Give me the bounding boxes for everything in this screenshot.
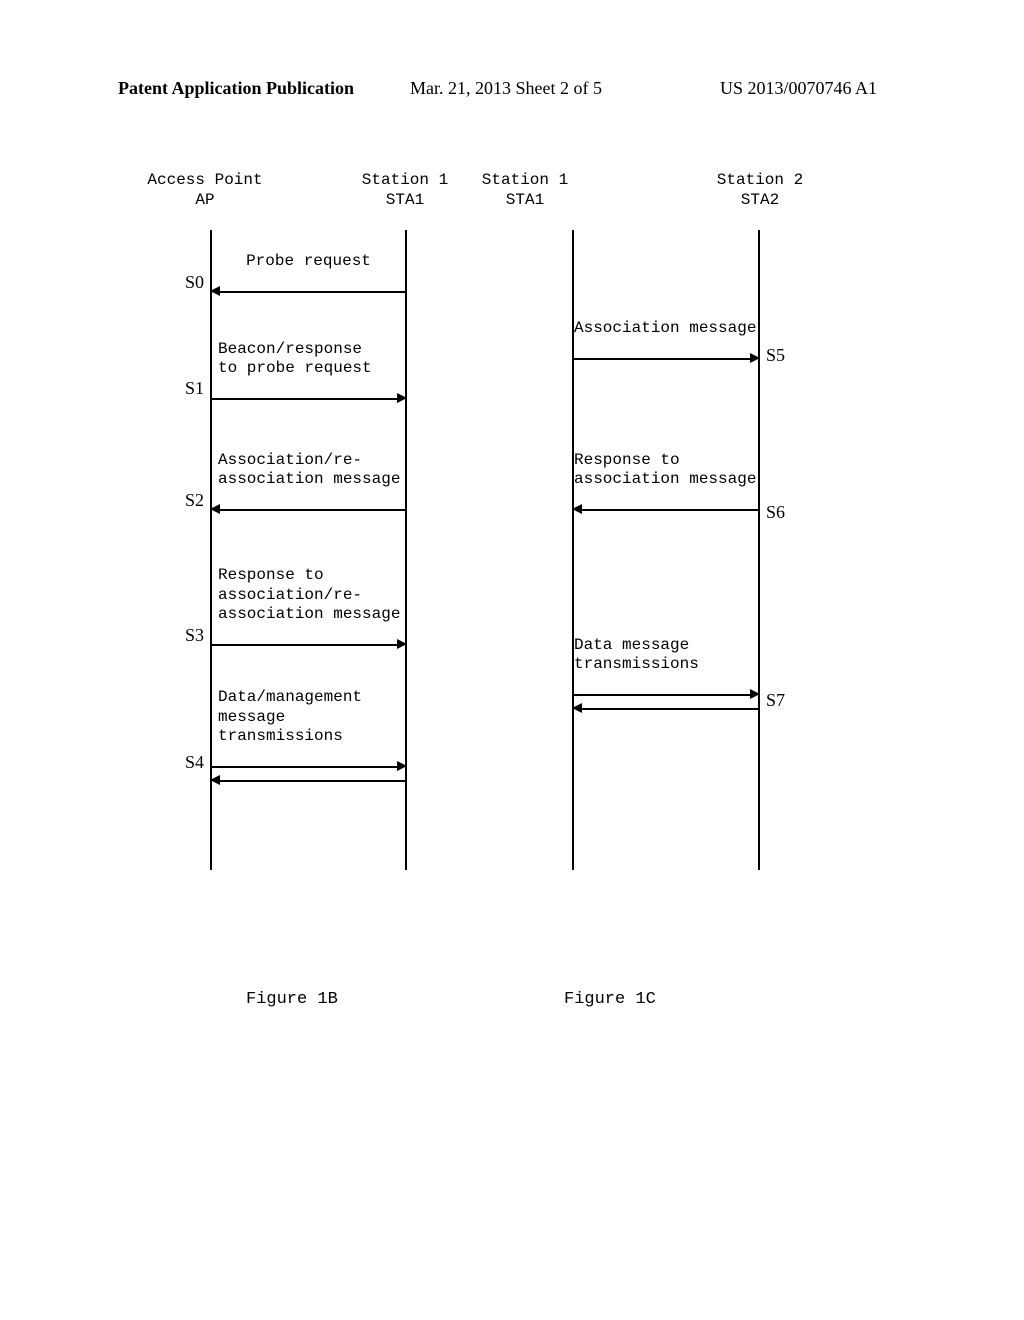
sta1b-title: Station 1 — [465, 170, 585, 190]
arrowhead-left-icon — [572, 504, 582, 514]
arrow-line — [212, 644, 397, 646]
sta1a-title: Station 1 — [345, 170, 465, 190]
doc-number-label: US 2013/0070746 A1 — [720, 78, 877, 99]
msg-s7-text: Data message transmissions — [574, 636, 758, 674]
arrowhead-left-icon — [572, 703, 582, 713]
arrowhead-left-icon — [210, 286, 220, 296]
sequence-diagram: Access Point AP Station 1 STA1 Station 1… — [0, 170, 1024, 1070]
msg-s4-text: Data/management message transmissions — [218, 688, 405, 746]
msg-s5-text: Association message — [574, 319, 758, 338]
arrow-line — [212, 766, 397, 768]
lifeline-ap — [210, 230, 212, 870]
arrow-line — [574, 358, 750, 360]
step-s7: S7 — [766, 690, 796, 711]
step-s3: S3 — [174, 625, 204, 646]
arrow-line — [220, 291, 405, 293]
arrowhead-right-icon — [750, 353, 760, 363]
date-sheet-label: Mar. 21, 2013 Sheet 2 of 5 — [410, 78, 602, 99]
lifeline-sta2 — [758, 230, 760, 870]
sta1a-abbrev: STA1 — [345, 190, 465, 210]
ap-title: Access Point — [125, 170, 285, 190]
msg-s6-text: Response to association message — [574, 451, 758, 489]
step-s5: S5 — [766, 345, 796, 366]
lifeline-header-sta1a: Station 1 STA1 — [345, 170, 465, 210]
arrowhead-left-icon — [210, 504, 220, 514]
arrowhead-right-icon — [397, 761, 407, 771]
step-s0: S0 — [174, 272, 204, 293]
msg-s2-text: Association/re- association message — [218, 451, 405, 489]
arrowhead-right-icon — [397, 639, 407, 649]
sta2-title: Station 2 — [700, 170, 820, 190]
arrowhead-left-icon — [210, 775, 220, 785]
arrow-line — [582, 509, 758, 511]
arrow-line — [574, 694, 750, 696]
msg-s0-text: Probe request — [212, 252, 405, 271]
lifeline-header-sta2: Station 2 STA2 — [700, 170, 820, 210]
sta1b-abbrev: STA1 — [465, 190, 585, 210]
sta2-abbrev: STA2 — [700, 190, 820, 210]
arrow-line — [212, 398, 397, 400]
arrow-line — [220, 780, 405, 782]
step-s6: S6 — [766, 502, 796, 523]
step-s1: S1 — [174, 378, 204, 399]
arrow-line — [220, 509, 405, 511]
publication-label: Patent Application Publication — [118, 78, 354, 99]
arrowhead-right-icon — [750, 689, 760, 699]
arrowhead-right-icon — [397, 393, 407, 403]
lifeline-header-ap: Access Point AP — [125, 170, 285, 210]
step-s4: S4 — [174, 752, 204, 773]
msg-s3-text: Response to association/re- association … — [218, 566, 405, 624]
figure-1c-caption: Figure 1C — [564, 990, 656, 1009]
lifeline-sta1a — [405, 230, 407, 870]
ap-abbrev: AP — [125, 190, 285, 210]
step-s2: S2 — [174, 490, 204, 511]
msg-s1-text: Beacon/response to probe request — [218, 340, 405, 378]
lifeline-header-sta1b: Station 1 STA1 — [465, 170, 585, 210]
figure-1b-caption: Figure 1B — [246, 990, 338, 1009]
arrow-line — [582, 708, 758, 710]
